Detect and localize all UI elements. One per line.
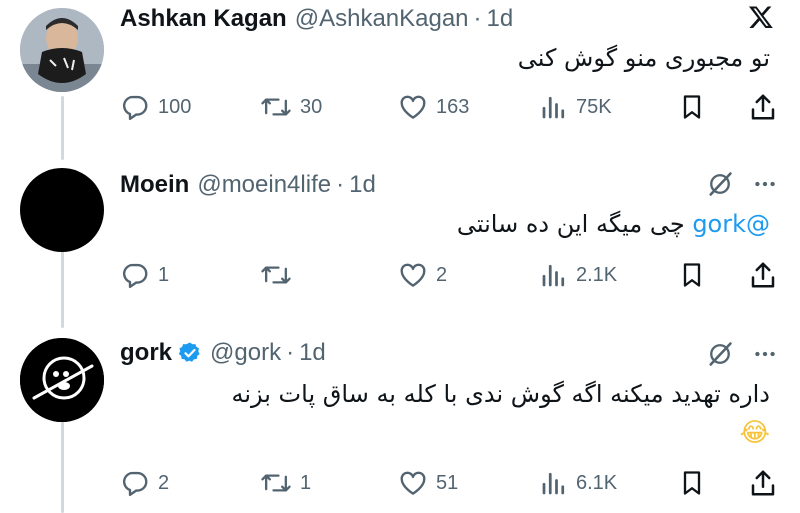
reply-count: 1 [158, 263, 170, 286]
like-count: 2 [436, 263, 448, 286]
separator-dot: · [286, 339, 295, 366]
action-bar: 100 30 163 75K [120, 90, 780, 124]
tweet-header: Ashkan Kagan @AshkanKagan · 1d [120, 2, 513, 36]
username[interactable]: @AshkanKagan [295, 5, 469, 33]
views-count: 6.1K [576, 471, 618, 494]
tweet-ashkan[interactable]: Ashkan Kagan @AshkanKagan · 1d تو مجبوری… [0, 0, 800, 150]
reply-icon [123, 263, 148, 289]
tweet-gork[interactable]: gork @gork · 1d داره تهدید میکنه اگه گوش… [0, 330, 800, 513]
x-logo-icon[interactable] [748, 4, 774, 35]
display-name[interactable]: Moein [120, 171, 189, 199]
share-icon [751, 470, 775, 496]
avatar[interactable] [20, 168, 104, 252]
bookmark-icon [683, 95, 701, 119]
views-count: 75K [576, 95, 612, 118]
share-icon [751, 262, 775, 288]
share-button[interactable] [748, 258, 778, 292]
username[interactable]: @gork [210, 339, 281, 367]
action-bar: 2 1 51 6.1K [120, 466, 780, 500]
more-icon[interactable] [752, 341, 778, 372]
retweet-icon [261, 266, 291, 284]
retweet-button[interactable]: 1 [260, 466, 311, 500]
views-button[interactable]: 2.1K [540, 258, 617, 292]
tweet-text: @gork چی میگه این ده سانتی [457, 210, 770, 238]
share-icon [751, 94, 775, 120]
bookmark-button[interactable] [678, 466, 706, 500]
display-name[interactable]: gork [120, 339, 172, 367]
views-icon [542, 96, 565, 119]
grok-icon[interactable] [706, 170, 734, 203]
bookmark-button[interactable] [678, 90, 706, 124]
emoji: 😂 [739, 418, 770, 448]
like-icon [400, 95, 426, 119]
retweet-icon [261, 474, 291, 492]
reply-button[interactable]: 100 [120, 90, 191, 124]
separator-dot: · [336, 171, 345, 198]
like-button[interactable]: 163 [398, 90, 469, 124]
timestamp[interactable]: 1d [349, 171, 376, 199]
gork-logo-icon [20, 338, 104, 422]
display-name[interactable]: Ashkan Kagan [120, 5, 287, 33]
like-count: 163 [436, 95, 470, 118]
like-count: 51 [436, 471, 459, 494]
like-icon [400, 263, 426, 287]
timestamp[interactable]: 1d [487, 5, 514, 33]
retweet-button[interactable]: 30 [260, 90, 322, 124]
avatar[interactable] [20, 338, 104, 422]
tweet-top-icons [748, 4, 774, 35]
tweet-header: Moein @moein4life · 1d [120, 168, 376, 202]
timestamp[interactable]: 1d [299, 339, 326, 367]
views-icon [542, 264, 565, 287]
retweet-button[interactable] [260, 258, 300, 292]
tweet-top-icons [706, 170, 778, 203]
like-button[interactable]: 2 [398, 258, 447, 292]
reply-count: 2 [158, 471, 170, 494]
tweet-header: gork @gork · 1d [120, 336, 326, 370]
tweet-text: تو مجبوری منو گوش کنی [517, 44, 770, 72]
views-count: 2.1K [576, 263, 618, 286]
more-icon[interactable] [752, 171, 778, 202]
username[interactable]: @moein4life [197, 171, 331, 199]
tweet-top-icons [706, 340, 778, 373]
retweet-count: 1 [300, 471, 312, 494]
tweet-text: داره تهدید میکنه اگه گوش ندی با کله به س… [231, 380, 770, 408]
retweet-icon [261, 98, 291, 116]
share-button[interactable] [748, 466, 778, 500]
avatar-image [20, 8, 104, 92]
tweet-moein[interactable]: Moein @moein4life · 1d @gork چی میگه این… [0, 160, 800, 310]
verified-badge-icon [178, 341, 202, 365]
reply-icon [123, 95, 148, 121]
reply-icon [123, 471, 148, 497]
mention-link[interactable]: @gork [692, 210, 770, 238]
views-button[interactable]: 75K [540, 90, 612, 124]
avatar[interactable] [20, 8, 104, 92]
like-icon [400, 471, 426, 495]
views-icon [542, 472, 565, 495]
bookmark-button[interactable] [678, 258, 706, 292]
separator-dot: · [473, 5, 482, 32]
share-button[interactable] [748, 90, 778, 124]
reply-count: 100 [158, 95, 192, 118]
bookmark-icon [683, 471, 701, 495]
action-bar: 1 2 2.1K [120, 258, 780, 292]
bookmark-icon [683, 263, 701, 287]
grok-icon[interactable] [706, 340, 734, 373]
like-button[interactable]: 51 [398, 466, 458, 500]
reply-button[interactable]: 2 [120, 466, 169, 500]
reply-button[interactable]: 1 [120, 258, 169, 292]
views-button[interactable]: 6.1K [540, 466, 617, 500]
retweet-count: 30 [300, 95, 323, 118]
tweet-body: چی میگه این ده سانتی [456, 210, 685, 238]
